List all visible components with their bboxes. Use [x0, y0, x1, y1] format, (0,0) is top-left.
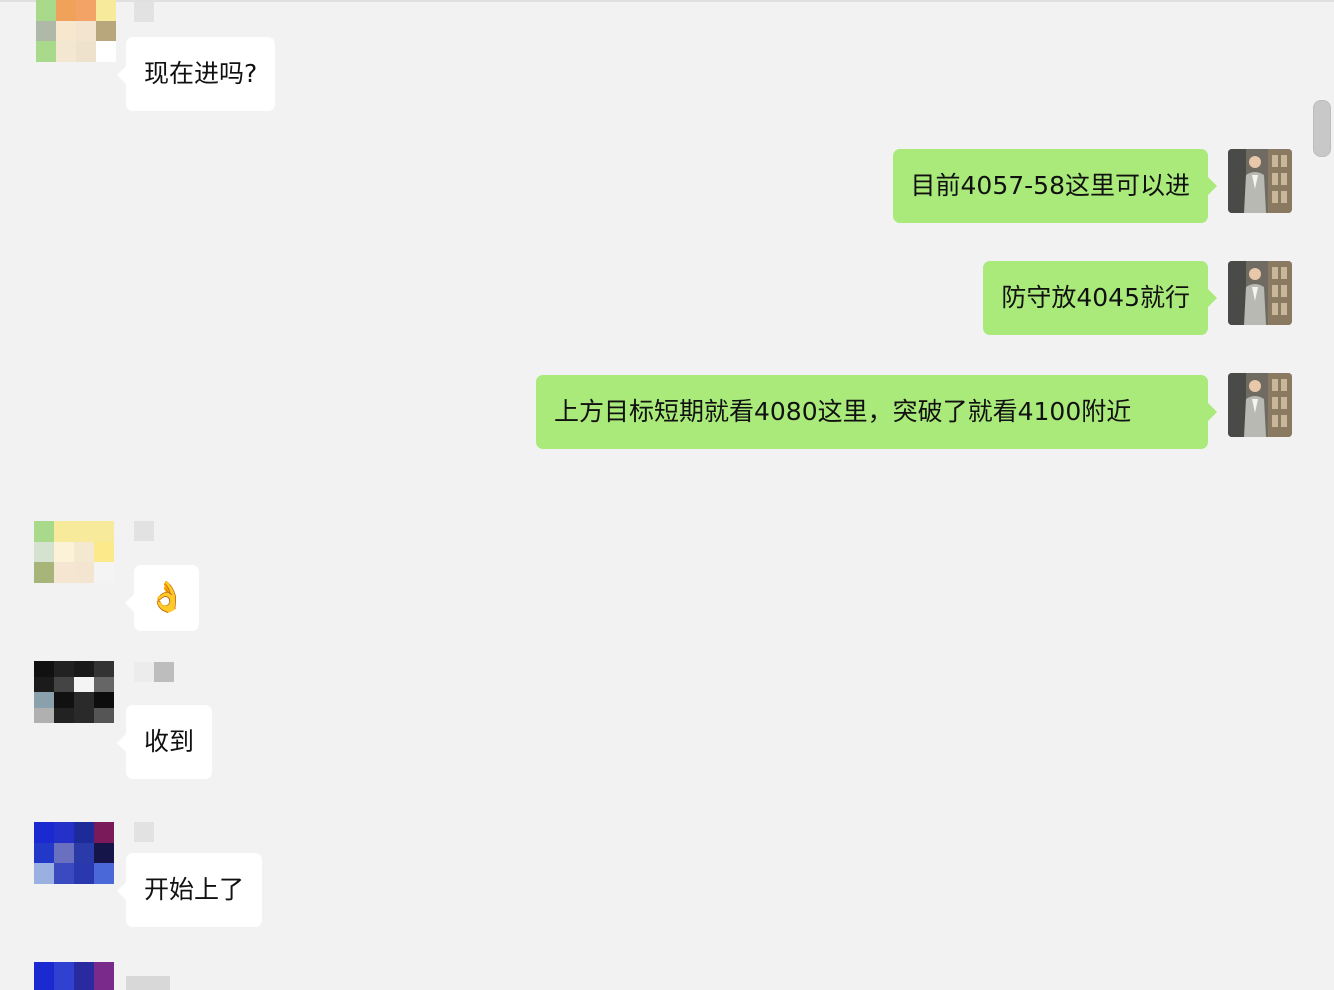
contact-avatar[interactable] — [34, 962, 114, 990]
scrollbar-thumb[interactable] — [1313, 100, 1331, 157]
self-avatar[interactable] — [1228, 373, 1292, 437]
message-bubble[interactable]: 现在进吗? — [116, 37, 276, 111]
pane-top-border — [0, 0, 1334, 2]
contact-avatar[interactable] — [36, 0, 116, 62]
ok-hand-emoji: 👌 — [148, 580, 186, 615]
message-text: 收到 — [144, 727, 195, 756]
message-text: 上方目标短期就看4080这里，突破了就看4100附近 — [554, 397, 1132, 426]
chat-message-pane[interactable]: 现在进吗? 目前4057-58这里可以进 防守放4045就行 上方目标短期就看4… — [0, 0, 1334, 990]
message-text: 现在进吗? — [144, 59, 258, 88]
sender-name — [126, 976, 170, 990]
contact-avatar[interactable] — [34, 521, 114, 583]
self-avatar[interactable] — [1228, 261, 1292, 325]
message-text: 开始上了 — [144, 875, 245, 904]
message-bubble[interactable]: 收到 — [116, 705, 213, 779]
message-bubble[interactable]: 👌 — [124, 565, 200, 631]
self-avatar[interactable] — [1228, 149, 1292, 213]
message-bubble[interactable]: 防守放4045就行 — [983, 261, 1217, 335]
sender-name — [134, 662, 174, 682]
sender-name — [134, 521, 154, 541]
message-text: 目前4057-58这里可以进 — [910, 171, 1190, 200]
contact-avatar[interactable] — [34, 822, 114, 884]
message-bubble[interactable]: 上方目标短期就看4080这里，突破了就看4100附近 — [536, 375, 1217, 449]
sender-name — [134, 2, 154, 22]
message-bubble[interactable]: 目前4057-58这里可以进 — [892, 149, 1218, 223]
contact-avatar[interactable] — [34, 661, 114, 723]
message-bubble[interactable]: 开始上了 — [116, 853, 263, 927]
sender-name — [134, 822, 154, 842]
message-text: 防守放4045就行 — [1001, 283, 1190, 312]
